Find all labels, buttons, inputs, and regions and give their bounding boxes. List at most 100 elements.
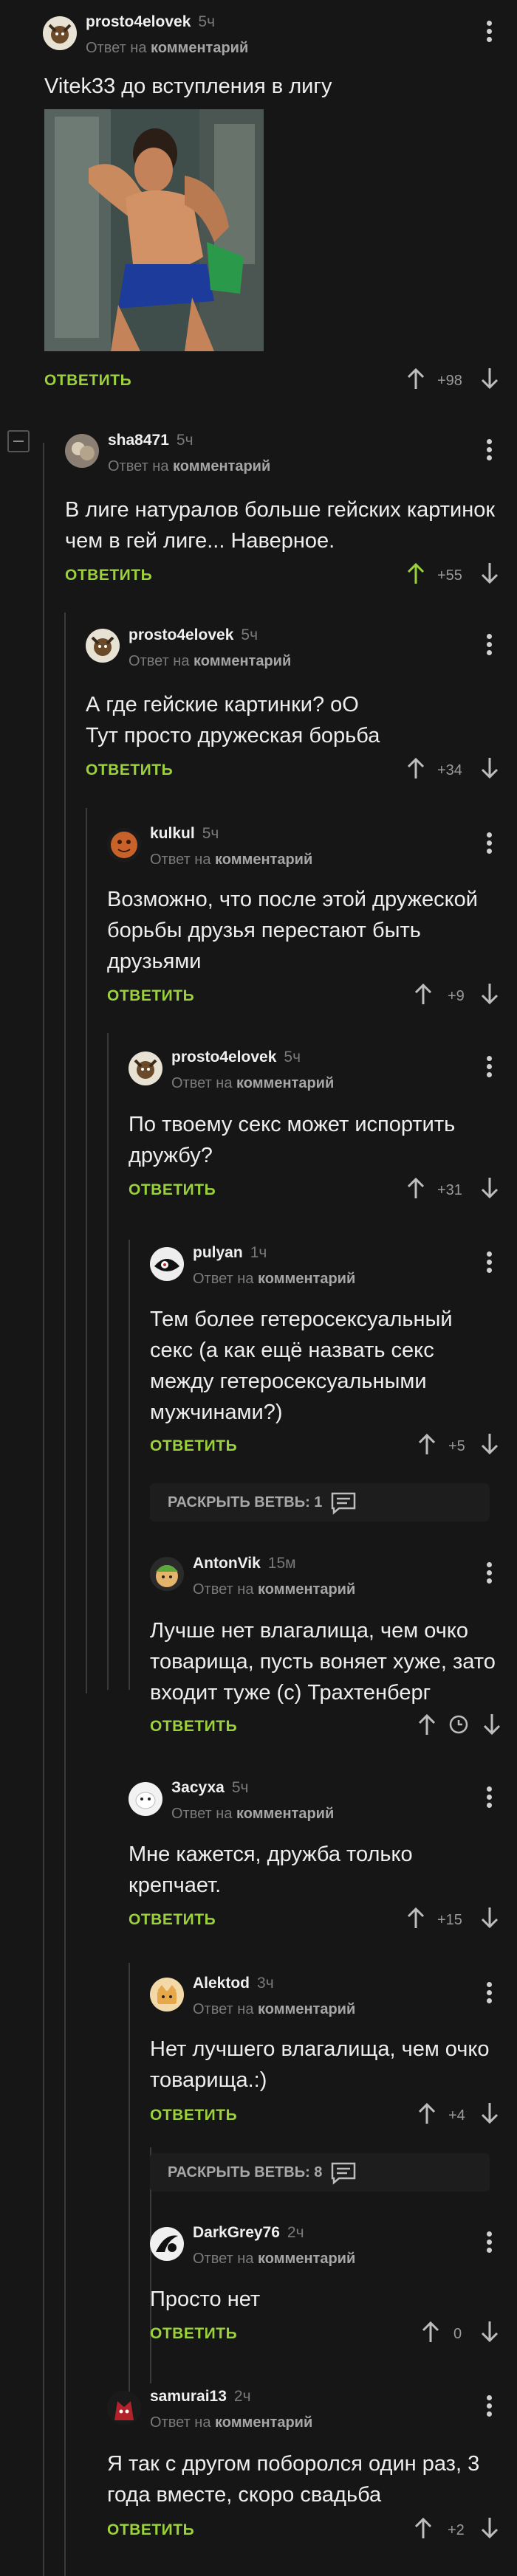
upvote-icon[interactable]: [406, 1176, 425, 1200]
upvote-icon[interactable]: [417, 2102, 436, 2125]
reply-to-link[interactable]: комментарий: [215, 2414, 312, 2431]
reply-to: Ответ на комментарий: [129, 653, 292, 669]
more-options-icon[interactable]: [485, 439, 493, 461]
more-options-icon[interactable]: [485, 21, 493, 43]
reply-to-link[interactable]: комментарий: [215, 852, 312, 868]
reply-button[interactable]: ОТВЕТИТЬ: [44, 372, 131, 390]
vote-controls: +2: [414, 2516, 517, 2546]
downvote-icon[interactable]: [482, 1713, 501, 1736]
reply-button[interactable]: ОТВЕТИТЬ: [150, 1718, 237, 1736]
reply-button[interactable]: ОТВЕТИТЬ: [65, 567, 152, 584]
avatar[interactable]: [86, 629, 120, 663]
avatar[interactable]: [65, 434, 99, 468]
downvote-icon[interactable]: [480, 756, 499, 780]
more-options-icon[interactable]: [485, 1251, 493, 1274]
upvote-icon[interactable]: [406, 562, 425, 585]
expand-branch-button[interactable]: РАСКРЫТЬ ВЕТВЬ: 1: [150, 1483, 490, 1522]
more-options-icon[interactable]: [485, 634, 493, 656]
username[interactable]: prosto4elovek 5ч: [86, 13, 215, 31]
reply-to-link[interactable]: комментарий: [151, 40, 248, 56]
avatar[interactable]: [129, 1052, 162, 1085]
upvote-icon[interactable]: [417, 1713, 436, 1736]
vote-count: +2: [448, 2522, 465, 2538]
reply-button[interactable]: ОТВЕТИТЬ: [107, 987, 194, 1005]
vote-count: +31: [437, 1182, 462, 1198]
avatar[interactable]: [150, 1557, 184, 1591]
username[interactable]: prosto4elovek 5ч: [171, 1049, 301, 1066]
reply-button[interactable]: ОТВЕТИТЬ: [86, 762, 173, 779]
downvote-icon[interactable]: [480, 1176, 499, 1200]
reply-to-link[interactable]: комментарий: [236, 1075, 334, 1091]
expand-branch-button[interactable]: РАСКРЫТЬ ВЕТВЬ: 8: [150, 2153, 490, 2192]
more-options-icon[interactable]: [485, 2231, 493, 2254]
comment-icon: [331, 2162, 356, 2185]
more-options-icon[interactable]: [485, 1982, 493, 2004]
thread-line: [86, 808, 87, 1693]
avatar[interactable]: [129, 1782, 162, 1816]
reply-to-link[interactable]: комментарий: [258, 2251, 355, 2267]
avatar[interactable]: [150, 1247, 184, 1281]
reply-to-link[interactable]: комментарий: [258, 1271, 355, 1287]
more-options-icon[interactable]: [485, 1562, 493, 1584]
collapse-thread-button[interactable]: [7, 430, 30, 452]
username[interactable]: samurai13 2ч: [150, 2388, 251, 2406]
username[interactable]: pulyan 1ч: [193, 1244, 267, 1262]
comment-text: А где гейские картинки? оО Тут просто дру…: [86, 693, 380, 747]
username[interactable]: Засуха 5ч: [171, 1779, 248, 1797]
username[interactable]: Alektod 3ч: [193, 1975, 274, 1992]
downvote-icon[interactable]: [480, 2102, 499, 2125]
comment-text: По твоему секс может испортить дружбу?: [129, 1113, 456, 1167]
upvote-icon[interactable]: [406, 367, 425, 390]
vote-controls: +15: [406, 1906, 517, 1936]
username[interactable]: AntonVik 15м: [193, 1555, 296, 1572]
upvote-icon[interactable]: [421, 2320, 440, 2344]
more-options-icon[interactable]: [485, 832, 493, 854]
more-options-icon[interactable]: [485, 2395, 493, 2417]
more-options-icon[interactable]: [485, 1786, 493, 1809]
reply-button[interactable]: ОТВЕТИТЬ: [150, 2325, 237, 2343]
reply-to-link[interactable]: комментарий: [194, 653, 291, 669]
reply-to-link[interactable]: комментарий: [236, 1806, 334, 1822]
vote-count: +15: [437, 1912, 462, 1928]
upvote-icon[interactable]: [414, 2516, 433, 2540]
reply-to-link[interactable]: комментарий: [258, 1581, 355, 1598]
avatar[interactable]: [43, 16, 77, 50]
avatar[interactable]: [150, 1978, 184, 2012]
username[interactable]: prosto4elovek 5ч: [129, 626, 258, 644]
upvote-icon[interactable]: [406, 1906, 425, 1930]
username[interactable]: kulkul 5ч: [150, 825, 219, 843]
downvote-icon[interactable]: [480, 1432, 499, 1456]
downvote-icon[interactable]: [480, 2516, 499, 2540]
reply-button[interactable]: ОТВЕТИТЬ: [129, 1911, 216, 1929]
reply-button[interactable]: ОТВЕТИТЬ: [129, 1181, 216, 1199]
thread-line: [107, 1033, 109, 1690]
downvote-icon[interactable]: [480, 367, 499, 390]
downvote-icon[interactable]: [480, 2320, 499, 2344]
reply-to: Ответ на комментарий: [193, 2001, 356, 2017]
thread-line: [129, 1963, 130, 2398]
timestamp: 15м: [267, 1555, 296, 1572]
expand-branch-label: РАСКРЫТЬ ВЕТВЬ: 8: [168, 2164, 323, 2180]
comment-image[interactable]: [44, 109, 264, 351]
comment-text: Мне кажется, дружба только крепчает.: [129, 1843, 413, 1897]
username[interactable]: sha8471 5ч: [108, 432, 194, 449]
reply-to-link[interactable]: комментарий: [173, 458, 270, 474]
reply-button[interactable]: ОТВЕТИТЬ: [150, 2107, 237, 2124]
username[interactable]: DarkGrey76 2ч: [193, 2224, 304, 2242]
downvote-icon[interactable]: [480, 1906, 499, 1930]
downvote-icon[interactable]: [480, 562, 499, 585]
avatar[interactable]: [150, 2227, 184, 2261]
more-options-icon[interactable]: [485, 1056, 493, 1078]
avatar[interactable]: [107, 2391, 141, 2425]
upvote-icon[interactable]: [406, 756, 425, 780]
vote-count: +5: [448, 1438, 465, 1454]
reply-button[interactable]: ОТВЕТИТЬ: [150, 1437, 237, 1455]
avatar[interactable]: [107, 828, 141, 862]
upvote-icon[interactable]: [417, 1432, 436, 1456]
reply-button[interactable]: ОТВЕТИТЬ: [107, 2521, 194, 2539]
reply-to: Ответ на комментарий: [193, 2251, 356, 2267]
reply-to-link[interactable]: комментарий: [258, 2001, 355, 2017]
downvote-icon[interactable]: [480, 982, 499, 1006]
upvote-icon[interactable]: [414, 982, 433, 1006]
comment-text: В лиге натуралов больше гейских картинок…: [65, 498, 496, 553]
